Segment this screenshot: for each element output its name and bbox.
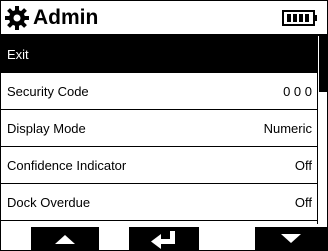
- menu-item-dock-overdue[interactable]: Dock Overdue Off: [1, 184, 317, 221]
- menu-item-label: Exit: [7, 47, 29, 62]
- menu-item-value: Off: [294, 195, 312, 210]
- softkey-bar: [1, 227, 327, 250]
- title-bar: Admin: [1, 1, 327, 36]
- gear-icon: [5, 6, 29, 30]
- scrollbar-thumb[interactable]: [319, 36, 327, 92]
- menu-item-value: Numeric: [263, 121, 312, 136]
- down-button[interactable]: [255, 227, 327, 250]
- up-button[interactable]: [31, 227, 99, 250]
- enter-icon: [151, 231, 175, 249]
- page-title: Admin: [33, 6, 99, 29]
- up-arrow-icon: [55, 235, 75, 244]
- battery-icon: [282, 10, 317, 26]
- menu-item-display-mode[interactable]: Display Mode Numeric: [1, 110, 317, 147]
- admin-menu: Exit Security Code 0 0 0 Display Mode Nu…: [1, 36, 317, 224]
- menu-item-label: Display Mode: [7, 121, 86, 136]
- menu-item-label: Dock Overdue: [7, 195, 91, 210]
- menu-item-confidence-indicator[interactable]: Confidence Indicator Off: [1, 147, 317, 184]
- down-arrow-icon: [281, 234, 301, 243]
- menu-item-security-code[interactable]: Security Code 0 0 0: [1, 73, 317, 110]
- menu-item-value: 0 0 0: [283, 84, 312, 99]
- enter-button[interactable]: [129, 227, 199, 250]
- admin-screen: Admin Exit Security Code 0 0 0 Display M…: [0, 0, 328, 251]
- scrollbar[interactable]: [317, 36, 327, 224]
- menu-item-exit[interactable]: Exit: [1, 36, 317, 73]
- menu-item-label: Security Code: [7, 84, 89, 99]
- menu-item-value: Off: [294, 158, 312, 173]
- menu-item-label: Confidence Indicator: [7, 158, 127, 173]
